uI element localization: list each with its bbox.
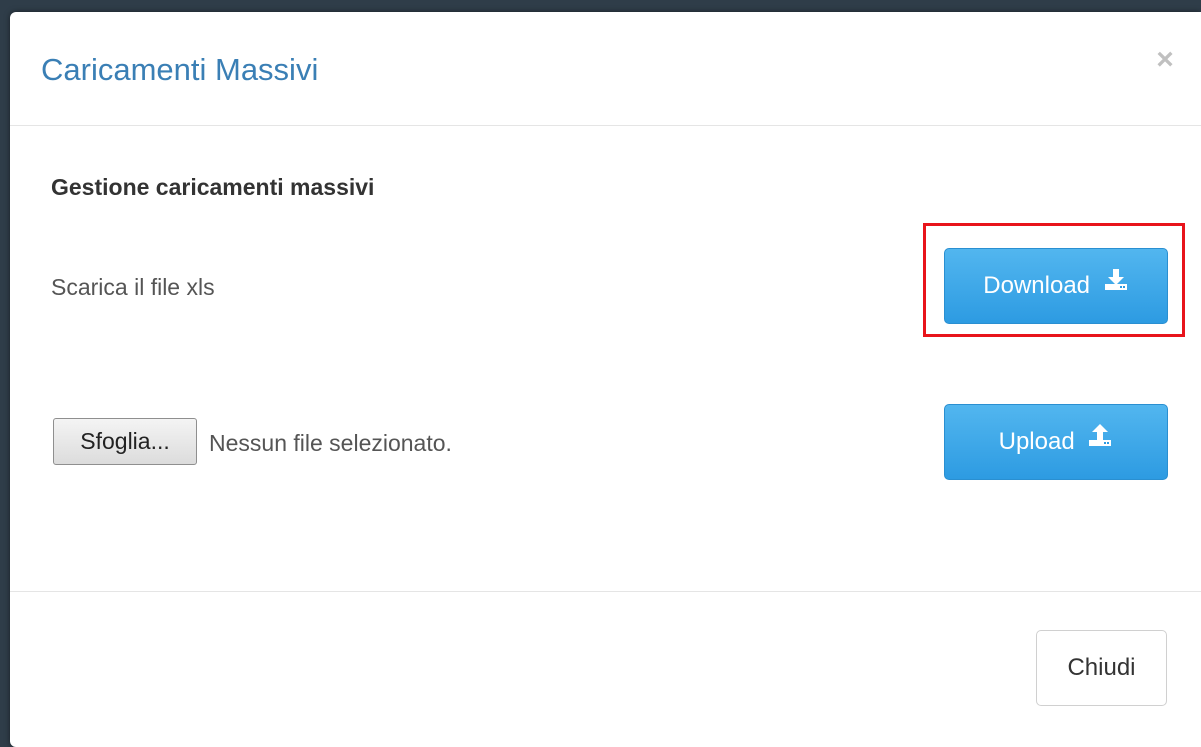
download-button-label: Download <box>983 272 1091 299</box>
modal-header: Caricamenti Massivi × <box>10 12 1201 126</box>
section-title: Gestione caricamenti massivi <box>51 174 375 200</box>
download-icon <box>1103 247 1129 321</box>
upload-icon <box>1087 403 1113 477</box>
close-button[interactable]: Chiudi <box>1036 630 1167 706</box>
bulk-upload-dialog: Caricamenti Massivi × Gestione caricamen… <box>10 12 1201 747</box>
browse-button[interactable]: Sfoglia... <box>53 418 197 465</box>
download-button[interactable]: Download <box>944 248 1168 324</box>
upload-button-label: Upload <box>998 428 1075 455</box>
modal-title: Caricamenti Massivi <box>41 52 319 87</box>
upload-button[interactable]: Upload <box>944 404 1168 480</box>
close-icon[interactable]: × <box>1149 44 1181 76</box>
download-label: Scarica il file xls <box>51 274 215 300</box>
modal-footer <box>10 591 1201 747</box>
no-file-selected-text: Nessun file selezionato. <box>209 430 452 456</box>
